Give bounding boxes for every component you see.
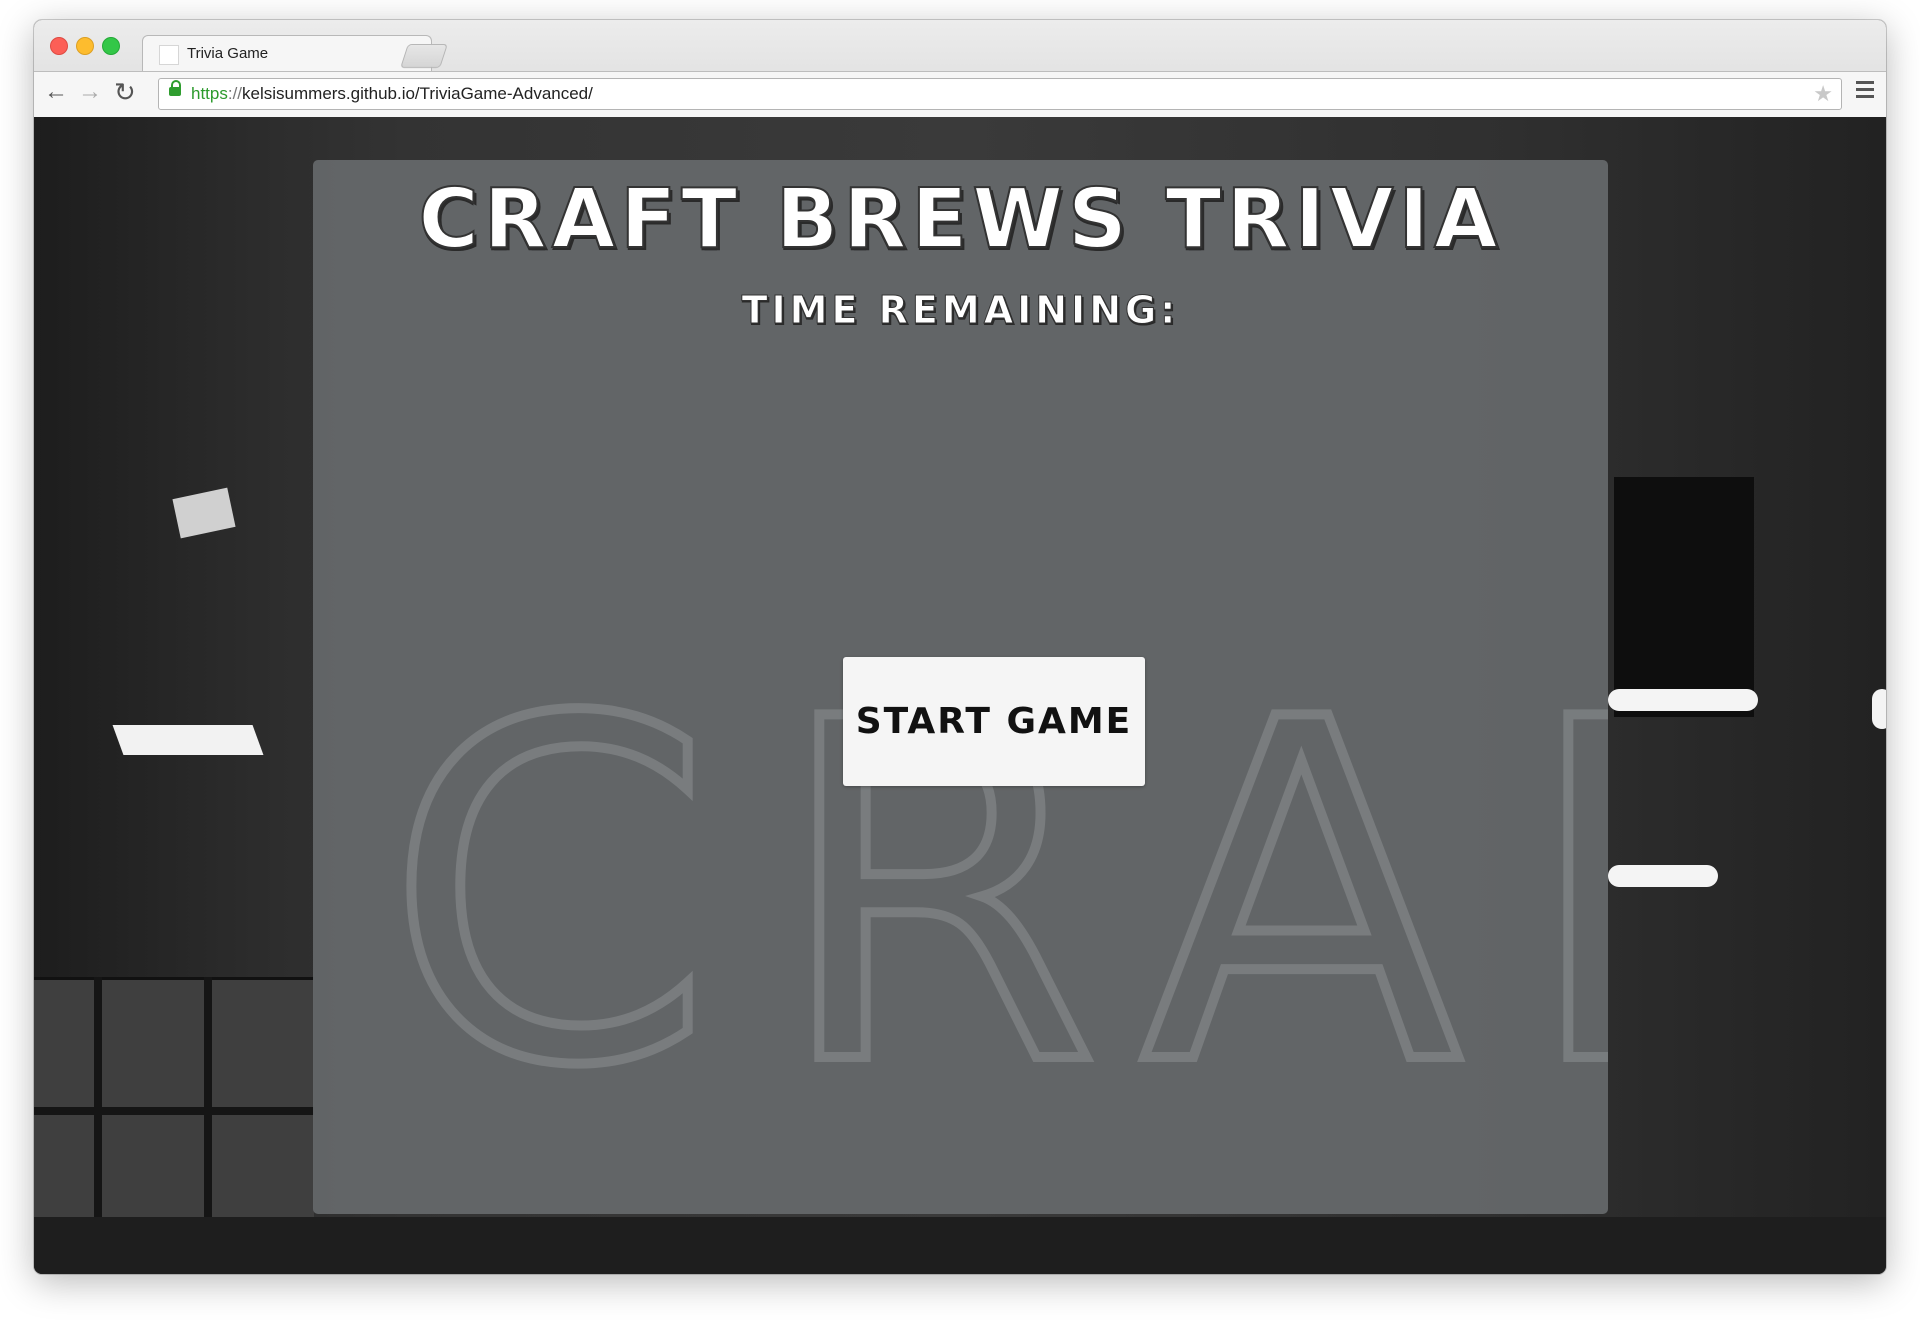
browser-chrome: Trivia Game × ← → ↻ https://kelsisummers…: [34, 20, 1886, 117]
url-text[interactable]: https://kelsisummers.github.io/TriviaGam…: [191, 84, 593, 104]
forward-arrow-icon[interactable]: →: [78, 80, 102, 104]
browser-tab[interactable]: Trivia Game ×: [142, 35, 432, 72]
bookmark-star-icon[interactable]: ★: [1813, 81, 1833, 107]
favicon-icon: [159, 45, 179, 65]
browser-window: Trivia Game × ← → ↻ https://kelsisummers…: [34, 20, 1886, 1274]
game-panel: CRAF Craft Brews Trivia Time Remaining: …: [313, 160, 1608, 1214]
page-viewport: CRAF Craft Brews Trivia Time Remaining: …: [34, 117, 1886, 1274]
background-neon: [1872, 689, 1886, 729]
address-bar[interactable]: https://kelsisummers.github.io/TriviaGam…: [158, 78, 1842, 110]
time-remaining-label: Time Remaining:: [741, 288, 1180, 333]
background-right-window: [1614, 477, 1754, 717]
start-game-button[interactable]: Start Game: [843, 657, 1145, 786]
browser-toolbar: ← → ↻ https://kelsisummers.github.io/Tri…: [34, 71, 1886, 117]
back-arrow-icon[interactable]: ←: [44, 80, 68, 104]
lock-icon: [169, 80, 181, 96]
reload-icon[interactable]: ↻: [114, 79, 136, 105]
background-frame: [34, 1107, 314, 1115]
url-separator: ://: [227, 84, 243, 103]
background-floor: [34, 1217, 1886, 1274]
url-path: kelsisummers.github.io/TriviaGame-Advanc…: [242, 84, 593, 103]
maximize-window-button[interactable]: [102, 37, 120, 55]
page-title: Craft Brews Trivia: [417, 171, 1503, 268]
background-neon: [1608, 865, 1718, 887]
close-window-button[interactable]: [50, 37, 68, 55]
menu-icon[interactable]: [1856, 81, 1874, 102]
new-tab-button[interactable]: [400, 44, 448, 68]
background-light: [112, 725, 264, 755]
background-neon: [1608, 689, 1758, 711]
tab-title: Trivia Game: [187, 45, 269, 62]
minimize-window-button[interactable]: [76, 37, 94, 55]
url-scheme: https: [191, 84, 228, 103]
